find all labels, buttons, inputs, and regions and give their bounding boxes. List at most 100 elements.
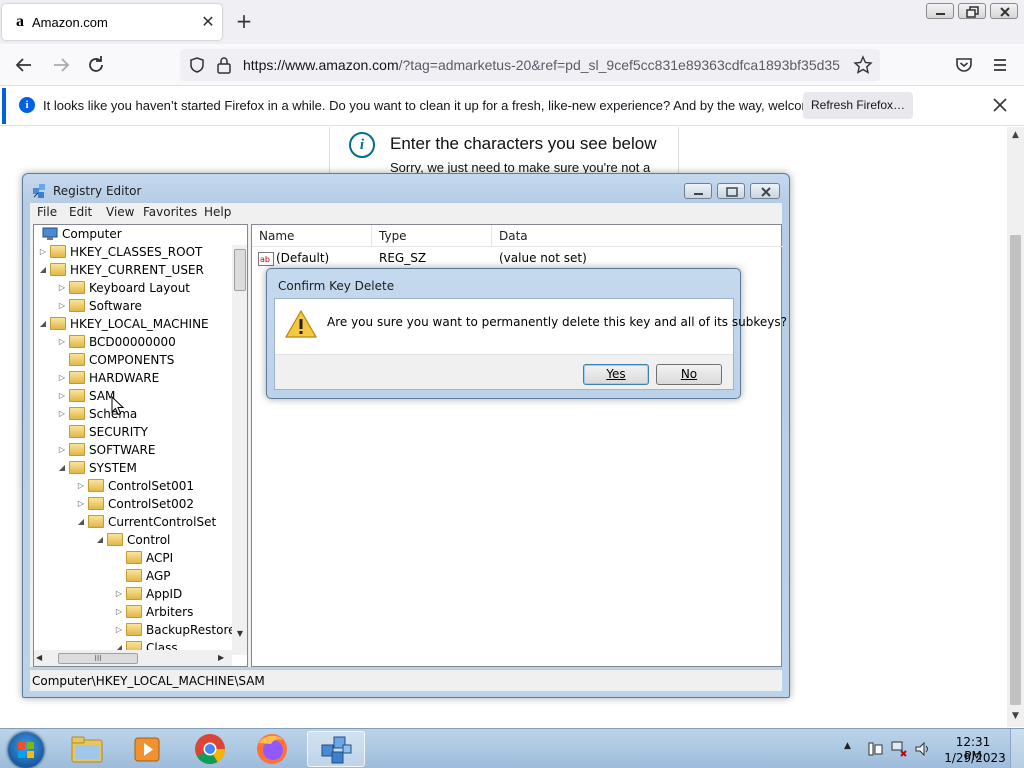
tree-expander-icon[interactable]: ▷: [38, 243, 48, 261]
value-name: (Default): [276, 251, 330, 265]
show-hidden-icons-icon[interactable]: ▲: [844, 741, 851, 751]
taskbar-registry-editor[interactable]: [307, 731, 365, 767]
folder-icon: [69, 335, 85, 348]
info-icon: i: [349, 132, 375, 158]
folder-icon: [69, 443, 85, 456]
tree-expander-icon[interactable]: ◢: [95, 531, 105, 549]
tree-expander-icon[interactable]: ▷: [57, 297, 67, 315]
taskbar-chrome[interactable]: [183, 731, 237, 767]
yes-button[interactable]: Yes: [583, 364, 649, 385]
folder-icon: [69, 425, 85, 438]
tree-expander-icon[interactable]: ◢: [57, 459, 67, 477]
value-data: (value not set): [499, 251, 587, 265]
tree-expander-icon[interactable]: ▷: [57, 441, 67, 459]
menu-favorites[interactable]: Favorites: [143, 205, 197, 219]
scroll-down-arrow-icon[interactable]: ▼: [1007, 711, 1024, 725]
amazon-favicon-icon: a: [16, 13, 24, 30]
tree-node-label: Software: [89, 299, 142, 313]
taskbar-firefox[interactable]: [245, 731, 299, 767]
show-desktop-button[interactable]: [1010, 729, 1024, 768]
clock-date[interactable]: 1/29/2023: [940, 751, 1010, 765]
tree-node-label: BCD00000000: [89, 335, 176, 349]
taskbar-explorer[interactable]: [60, 731, 114, 767]
tree-expander-icon[interactable]: ▷: [57, 279, 67, 297]
tree-expander-icon[interactable]: ▷: [76, 477, 86, 495]
menu-view[interactable]: View: [106, 205, 134, 219]
tree-node-label: ControlSet001: [108, 479, 194, 493]
regedit-minimize-button[interactable]: [684, 183, 712, 199]
action-center-flag-icon[interactable]: [866, 740, 884, 758]
svg-text:ab: ab: [260, 255, 270, 264]
tree-node-label: SYSTEM: [89, 461, 137, 475]
tree-expander-icon[interactable]: ▷: [57, 387, 67, 405]
folder-icon: [71, 736, 103, 763]
tree-expander-icon[interactable]: ◢: [76, 513, 86, 531]
firefox-icon: [257, 734, 287, 764]
taskbar-media-player[interactable]: [120, 731, 174, 767]
column-data[interactable]: Data: [492, 225, 783, 247]
tree-horizontal-thumb[interactable]: III: [58, 653, 138, 664]
tree-vertical-thumb[interactable]: [234, 249, 246, 291]
restore-icon: [966, 6, 979, 18]
tree-scroll-down-icon[interactable]: ▼: [232, 629, 247, 638]
captcha-heading: Enter the characters you see below: [390, 134, 657, 153]
tree-expander-icon[interactable]: ▷: [114, 621, 124, 639]
scroll-up-arrow-icon[interactable]: ▲: [1007, 130, 1024, 144]
url-path: /?tag=admarketus-20&ref=pd_sl_9cef5cc831…: [398, 57, 840, 73]
tab-close-icon[interactable]: ✕: [198, 12, 218, 32]
browser-toolbar: https://www.amazon.com/?tag=admarketus-2…: [0, 44, 1024, 86]
url-text[interactable]: https://www.amazon.com/?tag=admarketus-2…: [243, 57, 843, 73]
refresh-firefox-button[interactable]: Refresh Firefox…: [803, 92, 913, 119]
back-arrow-icon[interactable]: [12, 53, 36, 77]
folder-icon: [69, 299, 85, 312]
column-type[interactable]: Type: [372, 225, 492, 247]
tree-expander-icon[interactable]: ▷: [114, 585, 124, 603]
windows-logo-icon: [18, 742, 34, 758]
regedit-maximize-button[interactable]: [717, 183, 745, 199]
tree-expander-icon[interactable]: ▷: [57, 369, 67, 387]
folder-icon: [126, 569, 142, 582]
pocket-icon[interactable]: [952, 53, 976, 77]
scroll-thumb[interactable]: [1010, 235, 1021, 705]
no-label: No: [680, 367, 698, 381]
notification-close-icon[interactable]: [990, 95, 1010, 115]
menu-help[interactable]: Help: [204, 205, 231, 219]
tracking-shield-icon[interactable]: [188, 56, 206, 74]
new-tab-button[interactable]: +: [233, 10, 255, 32]
tree-scroll-left-icon[interactable]: ◀: [36, 653, 42, 662]
browser-minimize-button[interactable]: [926, 3, 954, 19]
menu-file[interactable]: File: [37, 205, 57, 219]
tree-expander-icon[interactable]: ▷: [76, 495, 86, 513]
forward-arrow-icon[interactable]: [49, 53, 73, 77]
tree-vertical-scrollbar[interactable]: [232, 245, 247, 655]
menu-edit[interactable]: Edit: [69, 205, 92, 219]
tree-expander-icon[interactable]: ▷: [114, 603, 124, 621]
chrome-icon: [195, 734, 225, 765]
regedit-close-button[interactable]: [750, 183, 780, 199]
folder-icon: [126, 587, 142, 600]
browser-close-button[interactable]: [990, 3, 1018, 19]
bookmark-star-icon[interactable]: [853, 55, 873, 75]
value-row[interactable]: ab (Default) REG_SZ (value not set): [252, 249, 782, 269]
no-button[interactable]: No: [656, 364, 722, 385]
hamburger-menu-icon[interactable]: [988, 53, 1012, 77]
key-tree: Computer ▷ HKEY_CLASSES_ROOT ◢ HKEY_CURRENT_…: [33, 224, 248, 667]
browser-restore-button[interactable]: [958, 3, 986, 19]
browser-tab[interactable]: a Amazon.com ✕: [2, 4, 222, 40]
tree-expander-icon[interactable]: ▷: [57, 405, 67, 423]
lock-icon[interactable]: [216, 56, 232, 74]
tree-node-label: BackupRestore: [146, 623, 236, 637]
reload-icon[interactable]: [84, 53, 108, 77]
menu-bar: File Edit View Favorites Help: [30, 203, 782, 222]
tree-expander-icon[interactable]: ◢: [38, 315, 48, 333]
tree-expander-icon[interactable]: ▷: [57, 333, 67, 351]
tree-scroll-right-icon[interactable]: ▶: [218, 653, 224, 662]
tree-expander-icon[interactable]: ◢: [38, 261, 48, 279]
address-bar[interactable]: https://www.amazon.com/?tag=admarketus-2…: [180, 49, 880, 81]
volume-icon[interactable]: [914, 740, 932, 758]
notification-bar: i It looks like you haven’t started Fire…: [0, 86, 1024, 126]
column-name[interactable]: Name: [252, 225, 372, 247]
folder-icon: [69, 389, 85, 402]
network-icon[interactable]: [890, 740, 908, 758]
start-button[interactable]: [8, 732, 44, 768]
